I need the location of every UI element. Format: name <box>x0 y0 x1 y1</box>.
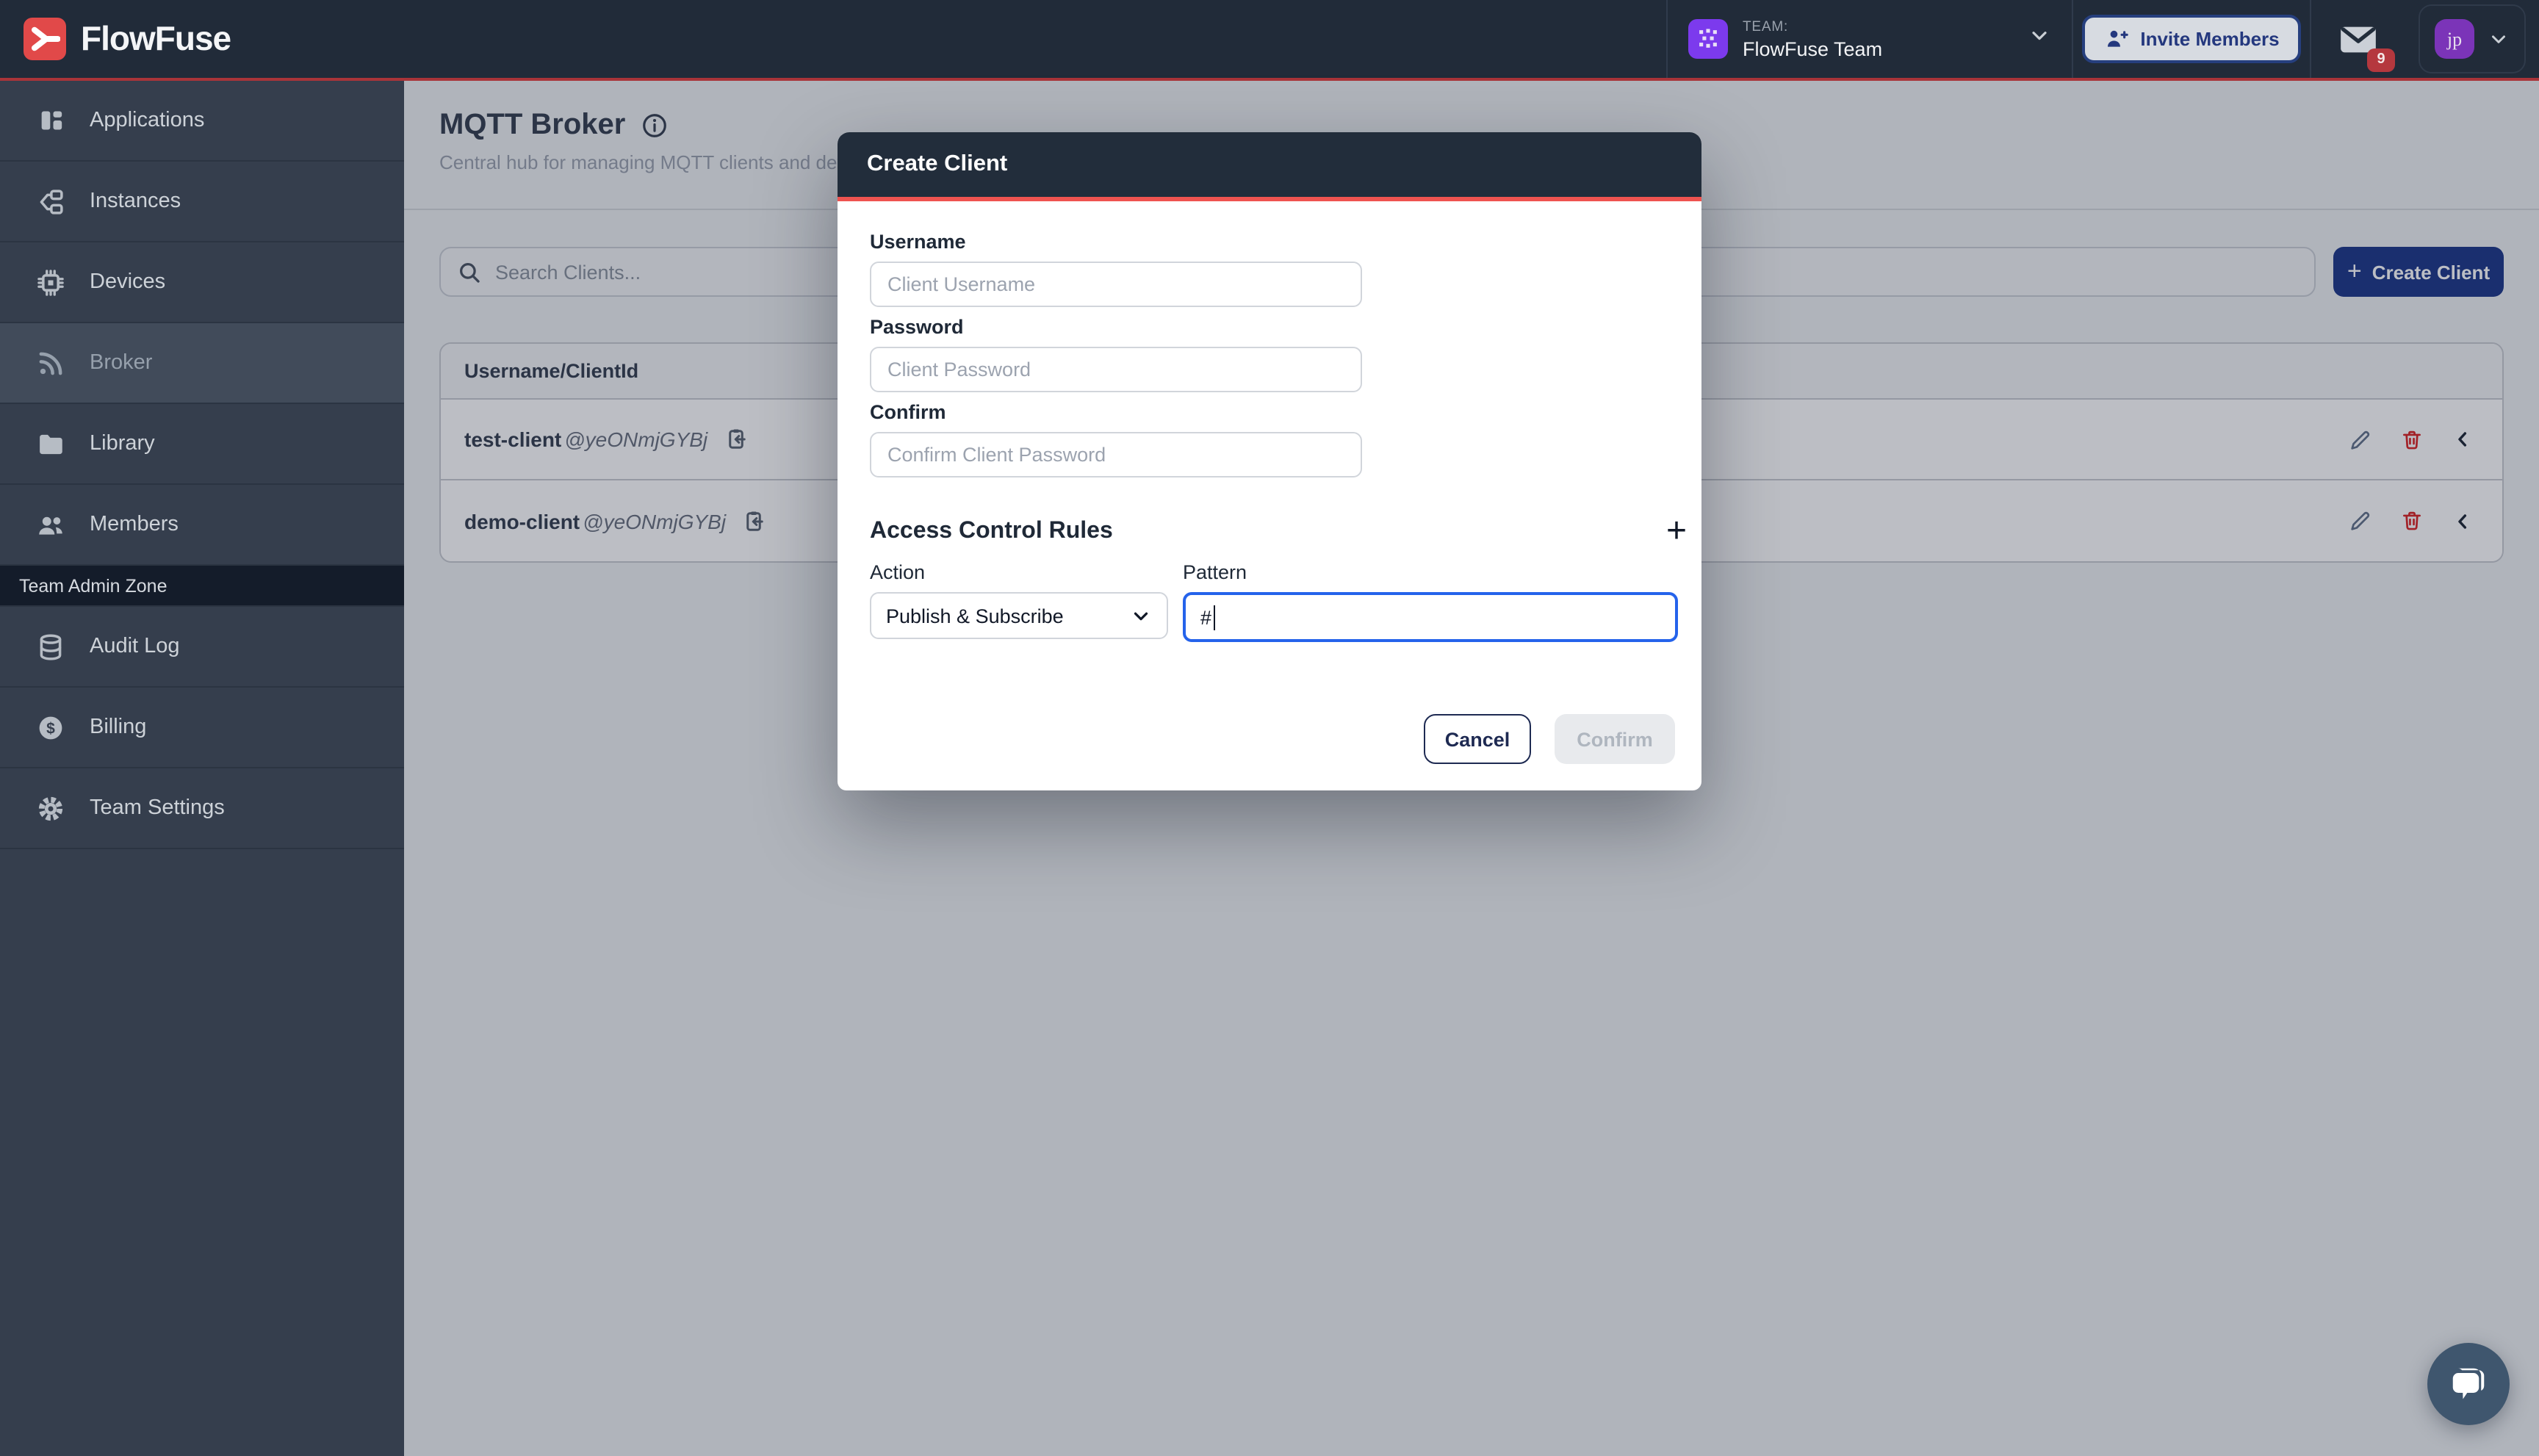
modal-body: Username Password Confirm Access Control… <box>838 201 1701 790</box>
pattern-value: # <box>1200 606 1211 628</box>
messages-section: 9 <box>2310 0 2405 78</box>
svg-text:$: $ <box>46 719 55 736</box>
invite-members-button[interactable]: Invite Members <box>2081 15 2301 63</box>
navbar-right: TEAM: FlowFuse Team Invite Members 9 <box>1666 0 2539 78</box>
select-chevron-down-icon <box>1130 605 1152 627</box>
team-label: TEAM: <box>1743 18 2028 35</box>
flowfuse-logo-icon <box>24 18 66 60</box>
sidebar-item-label: Team Settings <box>90 796 225 820</box>
team-avatar <box>1688 19 1728 59</box>
username-label: Username <box>870 231 1669 253</box>
person-plus-icon <box>2103 26 2128 51</box>
broker-rss-icon <box>35 347 66 378</box>
applications-icon <box>35 105 66 136</box>
sidebar-item-label: Members <box>90 513 179 536</box>
sidebar-item-label: Applications <box>90 109 204 132</box>
billing-dollar-icon: $ <box>35 712 66 743</box>
confirm-password-label: Confirm <box>870 401 1669 423</box>
text-cursor <box>1213 605 1214 630</box>
team-name: FlowFuse Team <box>1743 37 2028 60</box>
brand-name: FlowFuse <box>81 19 231 59</box>
sidebar-item-label: Library <box>90 432 155 455</box>
action-label: Action <box>870 561 1168 583</box>
sidebar-item-devices[interactable]: Devices <box>0 242 404 323</box>
username-input[interactable] <box>870 262 1362 307</box>
cancel-button[interactable]: Cancel <box>1424 714 1531 764</box>
notifications-mail-button[interactable]: 9 <box>2339 23 2377 55</box>
instances-icon <box>35 186 66 217</box>
modal-footer: Cancel Confirm <box>1424 714 1675 764</box>
brand-home-link[interactable]: FlowFuse <box>0 18 1666 60</box>
confirm-button[interactable]: Confirm <box>1555 714 1675 764</box>
sidebar-item-members[interactable]: Members <box>0 485 404 566</box>
pattern-input[interactable]: # <box>1183 592 1678 642</box>
password-input[interactable] <box>870 347 1362 392</box>
sidebar-item-library[interactable]: Library <box>0 404 404 485</box>
top-navbar: FlowFuse TEAM: FlowFuse Team Invite Memb… <box>0 0 2539 78</box>
add-rule-plus-icon[interactable]: + <box>1666 517 1687 547</box>
team-selector[interactable]: TEAM: FlowFuse Team <box>1666 0 2072 78</box>
unread-count-badge: 9 <box>2367 48 2395 71</box>
modal-title: Create Client <box>867 151 1007 178</box>
account-section: jp <box>2405 0 2539 78</box>
sidebar-item-label: Audit Log <box>90 635 180 658</box>
devices-chip-icon <box>35 267 66 298</box>
sidebar-item-label: Billing <box>90 716 146 739</box>
chat-widget-button[interactable] <box>2427 1343 2510 1425</box>
user-menu-button[interactable]: jp <box>2419 4 2526 73</box>
sidebar-item-label: Broker <box>90 351 152 375</box>
invite-section: Invite Members <box>2072 0 2310 78</box>
pattern-label: Pattern <box>1183 561 1678 583</box>
modal-header: Create Client <box>838 132 1701 197</box>
access-control-rules-header: Access Control Rules + <box>870 517 1687 547</box>
team-admin-zone-header: Team Admin Zone <box>0 566 404 607</box>
sidebar-item-audit-log[interactable]: Audit Log <box>0 607 404 688</box>
sidebar-item-applications[interactable]: Applications <box>0 81 404 162</box>
invite-members-label: Invite Members <box>2140 28 2279 50</box>
access-control-rules-title: Access Control Rules <box>870 519 1113 545</box>
chat-bubbles-icon <box>2446 1362 2491 1406</box>
flowfuse-app: FlowFuse TEAM: FlowFuse Team Invite Memb… <box>0 0 2539 1456</box>
team-settings-gear-icon <box>35 793 66 823</box>
sidebar-item-broker[interactable]: Broker <box>0 323 404 404</box>
sidebar-item-instances[interactable]: Instances <box>0 162 404 242</box>
action-select[interactable]: Publish & Subscribe <box>870 592 1168 639</box>
team-text: TEAM: FlowFuse Team <box>1743 18 2028 60</box>
acr-rule-row: Action Publish & Subscribe Pattern # <box>870 561 1678 642</box>
sidebar-item-label: Devices <box>90 270 165 294</box>
password-label: Password <box>870 316 1669 338</box>
audit-log-database-icon <box>35 631 66 662</box>
sidebar: Applications Instances Devices Broker Li… <box>0 81 404 1456</box>
library-folder-icon <box>35 428 66 459</box>
user-avatar: jp <box>2435 19 2474 59</box>
user-chevron-down-icon <box>2488 28 2510 50</box>
confirm-password-input[interactable] <box>870 432 1362 477</box>
members-users-icon <box>35 509 66 540</box>
team-chevron-down-icon <box>2028 24 2051 54</box>
sidebar-item-team-settings[interactable]: Team Settings <box>0 768 404 849</box>
create-client-modal: Create Client Username Password Confirm … <box>838 132 1701 790</box>
sidebar-item-billing[interactable]: $ Billing <box>0 688 404 768</box>
action-select-value: Publish & Subscribe <box>886 605 1130 627</box>
sidebar-item-label: Instances <box>90 190 181 213</box>
